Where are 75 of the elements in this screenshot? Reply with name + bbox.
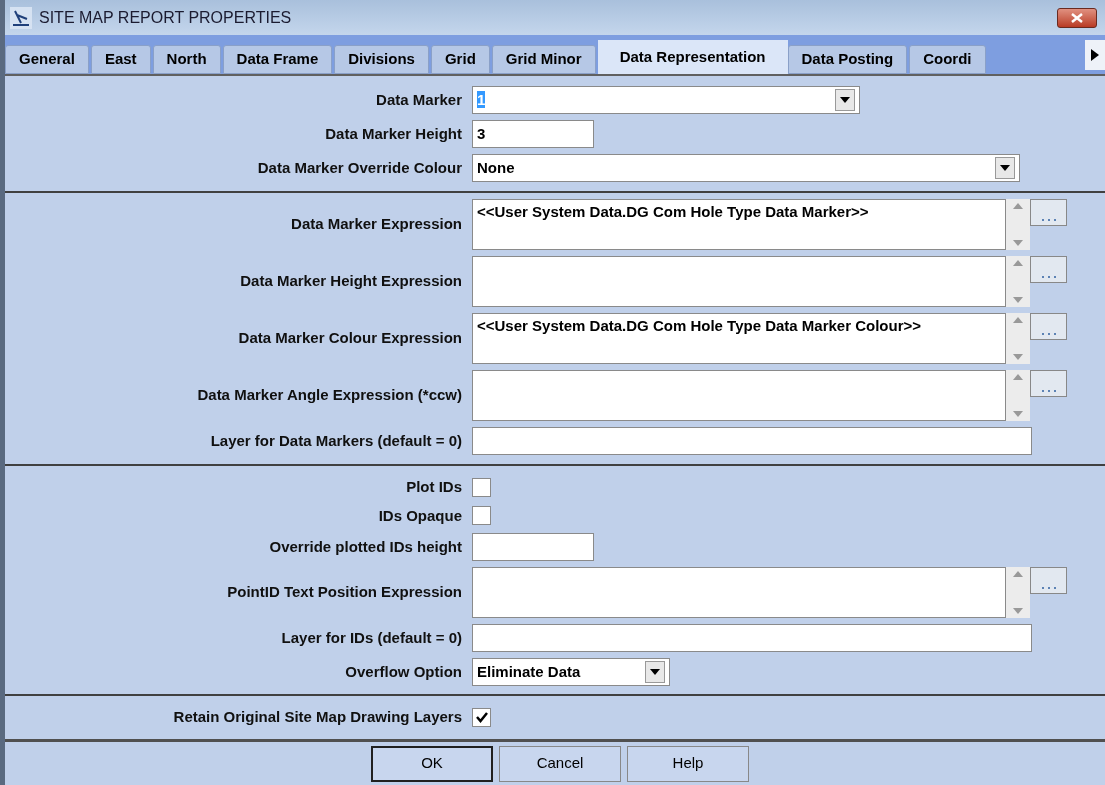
close-icon: [1071, 12, 1083, 23]
tab[interactable]: Grid: [430, 45, 490, 74]
dialog-button[interactable]: OK: [371, 745, 493, 782]
browse-button[interactable]: [1030, 370, 1067, 397]
spin-control[interactable]: [1006, 199, 1030, 250]
right-arrow-icon: [1091, 49, 1099, 61]
checkbox[interactable]: [472, 477, 491, 497]
expression-field[interactable]: [472, 370, 1006, 421]
dropdown-button[interactable]: [645, 661, 665, 683]
down-arrow-icon: [1013, 354, 1023, 360]
down-arrow-icon: [1013, 411, 1023, 417]
browse-button[interactable]: [1030, 256, 1067, 283]
input-field[interactable]: [472, 533, 594, 561]
input-field[interactable]: [472, 624, 1032, 652]
up-arrow-icon: [1013, 203, 1023, 209]
field-label: Data Marker Height Expression: [239, 271, 463, 292]
tab[interactable]: Grid Minor: [491, 45, 596, 74]
tab[interactable]: Coordi: [909, 45, 986, 74]
up-arrow-icon: [1013, 317, 1023, 323]
field-label: Layer for IDs (default = 0): [280, 627, 463, 648]
down-arrow-icon: [1013, 297, 1023, 303]
field-label: Data Marker Override Colour: [256, 157, 463, 178]
app-icon: [9, 5, 33, 30]
spin-control[interactable]: [1006, 370, 1030, 421]
field-label: Data Marker Angle Expression (*ccw): [196, 385, 463, 406]
expression-field[interactable]: [472, 567, 1006, 618]
tab[interactable]: Data Posting: [787, 45, 908, 74]
tab[interactable]: East: [90, 45, 151, 74]
checkbox[interactable]: [472, 707, 491, 727]
dropdown[interactable]: Eliminate Data: [472, 658, 670, 686]
dropdown-button[interactable]: [835, 89, 855, 111]
expression-field[interactable]: <<User System Data.DG Com Hole Type Data Marker Colour>>: [472, 313, 1006, 364]
dropdown[interactable]: None: [472, 154, 1020, 182]
tab[interactable]: Data Representation: [597, 40, 788, 74]
tab[interactable]: Data Frame: [222, 45, 333, 74]
caret-icon: [1000, 165, 1010, 171]
field-label: Data Marker: [375, 89, 463, 110]
browse-button[interactable]: [1030, 567, 1067, 594]
spin-control[interactable]: [1006, 567, 1030, 618]
field-label: Data Marker Expression: [290, 214, 463, 235]
tab[interactable]: Divisions: [334, 45, 429, 74]
check-icon: [475, 711, 488, 723]
down-arrow-icon: [1013, 240, 1023, 246]
dropdown-button[interactable]: [995, 157, 1015, 179]
tab-scroll-button[interactable]: [1085, 40, 1105, 70]
checkbox[interactable]: [472, 506, 491, 526]
expression-field[interactable]: [472, 256, 1006, 307]
caret-icon: [650, 669, 660, 675]
close-button[interactable]: [1057, 7, 1097, 28]
field-label: Plot IDs: [405, 477, 463, 497]
up-arrow-icon: [1013, 260, 1023, 266]
browse-button[interactable]: [1030, 313, 1067, 340]
tab[interactable]: General: [5, 45, 89, 74]
up-arrow-icon: [1013, 374, 1023, 380]
field-label: Override plotted IDs height: [268, 536, 463, 557]
field-label: Data Marker Colour Expression: [237, 328, 463, 349]
expression-field[interactable]: <<User System Data.DG Com Hole Type Data Marker>>: [472, 199, 1006, 250]
field-label: Overflow Option: [344, 661, 463, 682]
window-title: SITE MAP REPORT PROPERTIES: [39, 7, 292, 28]
field-label: IDs Opaque: [377, 505, 463, 526]
up-arrow-icon: [1013, 571, 1023, 577]
caret-icon: [840, 97, 850, 103]
field-label: Data Marker Height: [324, 123, 463, 144]
input-field[interactable]: 3: [472, 120, 594, 148]
field-label: PointID Text Position Expression: [226, 582, 463, 603]
down-arrow-icon: [1013, 608, 1023, 614]
tab[interactable]: North: [152, 45, 221, 74]
spin-control[interactable]: [1006, 256, 1030, 307]
dialog-button[interactable]: Help: [627, 745, 749, 782]
field-label: Layer for Data Markers (default = 0): [209, 430, 463, 451]
dialog-button[interactable]: Cancel: [499, 745, 621, 782]
spin-control[interactable]: [1006, 313, 1030, 364]
browse-button[interactable]: [1030, 199, 1067, 226]
field-label: Retain Original Site Map Drawing Layers: [172, 707, 463, 727]
input-field[interactable]: [472, 427, 1032, 455]
